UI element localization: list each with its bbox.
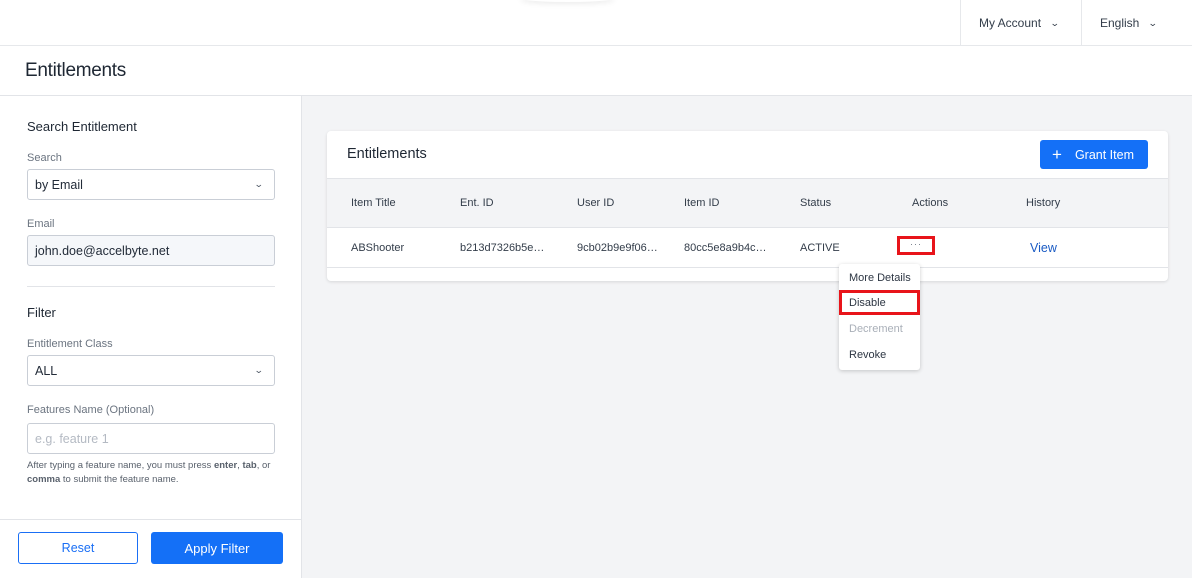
chevron-down-icon: ⌄: [254, 365, 265, 375]
help-key-tab: tab: [242, 460, 257, 471]
help-text-part: After typing a feature name, you must pr…: [27, 460, 214, 471]
filter-heading: Filter: [27, 305, 56, 320]
column-header-actions: Actions: [912, 197, 949, 209]
divider: [27, 286, 275, 287]
menu-item-disable[interactable]: Disable: [839, 290, 920, 315]
history-view-link[interactable]: View: [1030, 241, 1057, 255]
decorative-shadow: [520, 0, 615, 2]
top-bar: My Account ⌄ English ⌄: [0, 0, 1192, 46]
cell-item-title: ABShooter: [351, 241, 405, 254]
menu-item-decrement: Decrement: [849, 322, 903, 335]
cell-user-id: 9cb02b9e9f06…: [577, 241, 658, 254]
language-menu[interactable]: English ⌄: [1081, 0, 1192, 46]
search-by-label: Search: [27, 152, 62, 164]
grant-item-button[interactable]: + Grant Item: [1040, 140, 1148, 169]
help-text-part: to submit the feature name.: [60, 474, 179, 485]
page-title: Entitlements: [25, 60, 126, 81]
help-key-enter: enter: [213, 460, 238, 471]
entitlement-class-value: ALL: [35, 363, 58, 378]
plus-icon: +: [1052, 145, 1062, 164]
actions-dropdown-menu: More Details Disable Decrement Revoke: [839, 264, 920, 370]
features-name-input[interactable]: e.g. feature 1: [27, 423, 275, 454]
column-header-item-id: Item ID: [684, 197, 720, 209]
features-name-label: Features Name (Optional): [27, 404, 155, 416]
email-input[interactable]: john.doe@accelbyte.net: [27, 235, 275, 266]
language-label: English: [1100, 16, 1140, 30]
menu-item-more-details[interactable]: More Details: [839, 265, 920, 290]
column-header-user-id: User ID: [577, 197, 615, 209]
features-name-placeholder: e.g. feature 1: [35, 431, 109, 446]
page-header: Entitlements: [0, 46, 1192, 96]
help-key-comma: comma: [27, 474, 61, 485]
cell-item-id: 80cc5e8a9b4c…: [684, 241, 767, 254]
entitlement-class-label: Entitlement Class: [27, 338, 113, 350]
column-header-history: History: [1026, 197, 1061, 209]
reset-button[interactable]: Reset: [18, 532, 138, 564]
card-title: Entitlements: [347, 146, 427, 162]
cell-ent-id: b213d7326b5e…: [460, 241, 545, 254]
search-by-select[interactable]: by Email ⌄: [27, 169, 275, 200]
column-header-status: Status: [800, 197, 832, 209]
my-account-menu[interactable]: My Account ⌄: [960, 0, 1082, 46]
email-value: john.doe@accelbyte.net: [35, 243, 170, 258]
search-by-value: by Email: [35, 177, 83, 192]
chevron-down-icon: ⌄: [1148, 17, 1159, 28]
grant-item-label: Grant Item: [1074, 147, 1134, 162]
entitlement-class-select[interactable]: ALL ⌄: [27, 355, 275, 386]
table-header: Item Title Ent. ID User ID Item ID Statu…: [327, 178, 1168, 228]
filter-sidebar: Search Entitlement Search by Email ⌄ Ema…: [0, 96, 302, 578]
menu-item-revoke[interactable]: Revoke: [839, 342, 920, 367]
more-actions-button[interactable]: ···: [897, 236, 935, 255]
chevron-down-icon: ⌄: [254, 179, 265, 189]
chevron-down-icon: ⌄: [1049, 17, 1060, 28]
features-help-text: After typing a feature name, you must pr…: [27, 459, 287, 487]
help-text-part: , or: [256, 460, 271, 471]
apply-filter-button[interactable]: Apply Filter: [151, 532, 283, 564]
cell-status: ACTIVE: [800, 241, 840, 254]
column-header-ent-id: Ent. ID: [460, 197, 494, 209]
search-entitlement-heading: Search Entitlement: [27, 119, 137, 134]
sidebar-footer: Reset Apply Filter: [0, 519, 302, 578]
column-header-item-title: Item Title: [351, 197, 396, 209]
entitlements-card: Entitlements + Grant Item Item Title Ent…: [327, 131, 1168, 281]
my-account-label: My Account: [979, 16, 1042, 30]
table-row: ABShooter b213d7326b5e… 9cb02b9e9f06… 80…: [327, 228, 1168, 268]
email-label: Email: [27, 218, 55, 230]
